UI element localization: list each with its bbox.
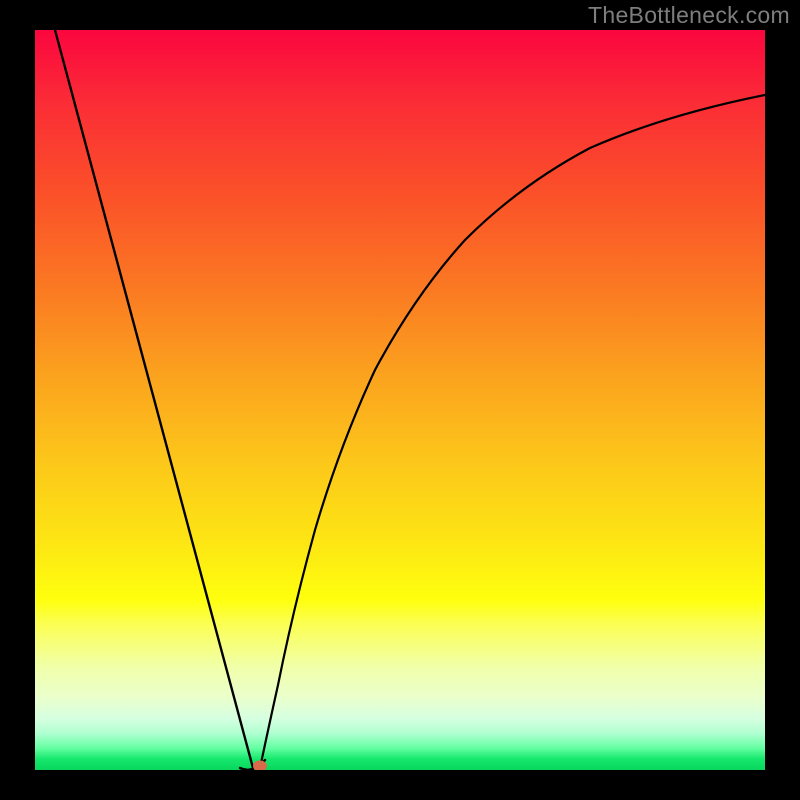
curve-left-branch [55,30,253,768]
watermark-text: TheBottleneck.com [588,2,790,29]
plot-area [35,30,765,770]
minimum-marker [253,761,267,771]
curve-right-branch [260,95,765,768]
chart-frame: TheBottleneck.com [0,0,800,800]
bottleneck-curve [35,30,765,770]
